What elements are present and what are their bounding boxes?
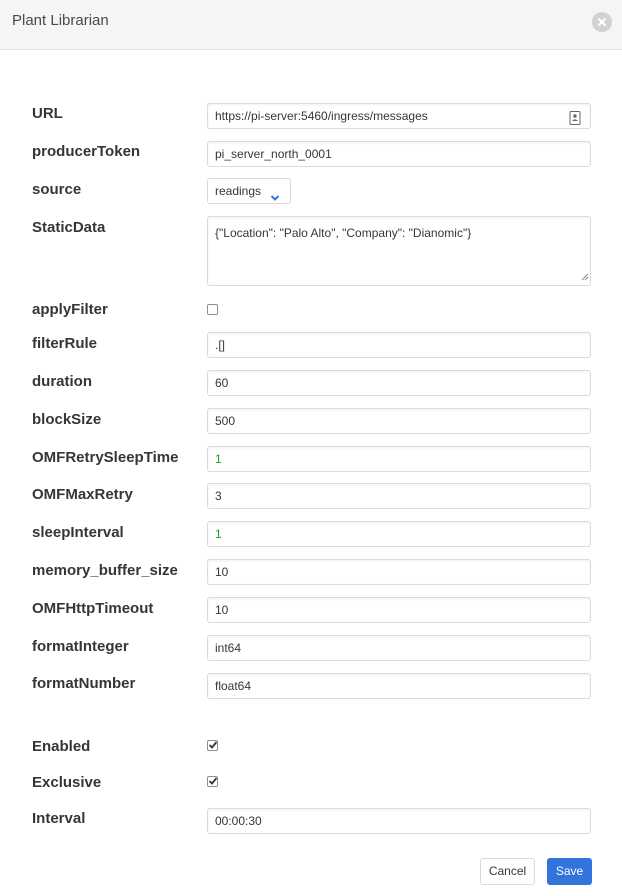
format-number-label: formatNumber — [32, 675, 136, 692]
url-input[interactable]: https://pi-server:5460/ingress/messages — [207, 103, 591, 129]
static-data-value: {"Location": "Palo Alto", "Company": "Di… — [215, 226, 472, 240]
source-select[interactable]: readings — [207, 178, 291, 204]
interval-label: Interval — [32, 810, 86, 827]
close-icon[interactable] — [592, 12, 612, 32]
format-integer-input[interactable]: int64 — [207, 635, 591, 661]
static-data-textarea[interactable]: {"Location": "Palo Alto", "Company": "Di… — [207, 216, 591, 286]
duration-input[interactable]: 60 — [207, 370, 591, 396]
producer-token-input[interactable]: pi_server_north_0001 — [207, 141, 591, 167]
checkmark-icon — [208, 741, 218, 749]
omf-http-timeout-label: OMFHttpTimeout — [32, 600, 154, 617]
memory-buffer-size-label: memory_buffer_size — [32, 562, 178, 579]
duration-label: duration — [32, 373, 92, 390]
enabled-checkbox[interactable] — [207, 740, 218, 751]
static-data-label: StaticData — [32, 219, 106, 236]
omf-retry-sleep-time-label: OMFRetrySleepTime — [32, 449, 179, 466]
save-button[interactable]: Save — [547, 858, 592, 885]
omf-http-timeout-input[interactable]: 10 — [207, 597, 591, 623]
interval-input[interactable]: 00:00:30 — [207, 808, 591, 834]
apply-filter-label: applyFilter — [32, 301, 108, 318]
exclusive-label: Exclusive — [32, 774, 102, 791]
filter-rule-input[interactable]: .[] — [207, 332, 591, 358]
checkmark-icon — [208, 777, 218, 785]
url-label: URL — [32, 105, 63, 122]
memory-buffer-size-input[interactable]: 10 — [207, 559, 591, 585]
source-value: readings — [215, 184, 262, 198]
source-label: source — [32, 181, 82, 198]
omf-max-retry-input[interactable]: 3 — [207, 483, 591, 509]
omf-retry-sleep-time-input[interactable]: 1 — [207, 446, 591, 472]
sleep-interval-label: sleepInterval — [32, 524, 124, 541]
filter-rule-label: filterRule — [32, 335, 98, 352]
modal-header: Plant Librarian — [0, 0, 622, 50]
resize-handle-icon[interactable] — [581, 270, 589, 284]
omf-max-retry-label: OMFMaxRetry — [32, 486, 133, 503]
modal-title: Plant Librarian — [12, 12, 109, 29]
block-size-label: blockSize — [32, 411, 102, 428]
format-number-input[interactable]: float64 — [207, 673, 591, 699]
apply-filter-checkbox[interactable] — [207, 304, 218, 315]
cancel-button[interactable]: Cancel — [480, 858, 535, 885]
enabled-label: Enabled — [32, 738, 91, 755]
chevron-down-icon — [270, 186, 280, 210]
url-value: https://pi-server:5460/ingress/messages — [215, 109, 428, 123]
producer-token-label: producerToken — [32, 143, 141, 160]
format-integer-label: formatInteger — [32, 638, 129, 655]
contact-card-icon[interactable] — [569, 109, 581, 125]
exclusive-checkbox[interactable] — [207, 776, 218, 787]
block-size-input[interactable]: 500 — [207, 408, 591, 434]
sleep-interval-input[interactable]: 1 — [207, 521, 591, 547]
